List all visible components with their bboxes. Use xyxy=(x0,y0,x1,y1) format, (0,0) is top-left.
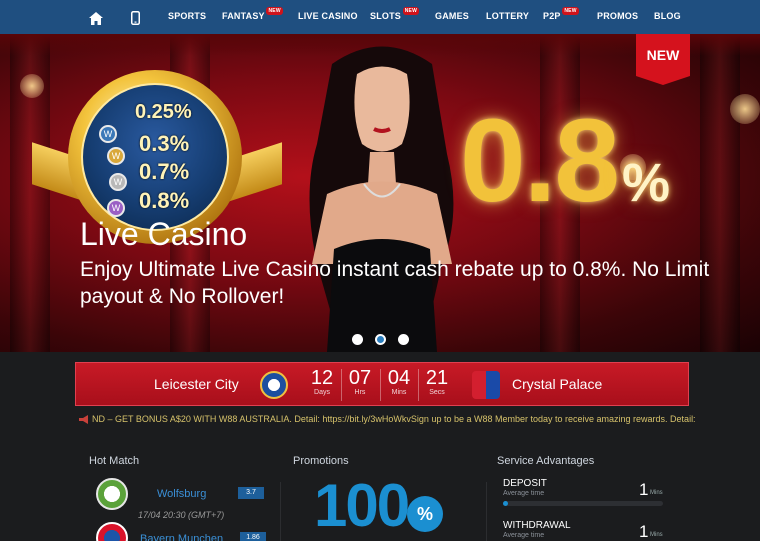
service-advantages-title: Service Advantages xyxy=(497,455,595,467)
deposit-label: DEPOSIT xyxy=(503,478,547,489)
nav-fantasy[interactable]: FANTASY NEW xyxy=(222,7,283,21)
coin-icon: W xyxy=(107,147,125,165)
hero-description: Enjoy Ultimate Live Casino instant cash … xyxy=(80,258,710,308)
home-team[interactable]: Leicester City xyxy=(154,376,239,392)
home-icon[interactable] xyxy=(86,8,106,28)
deposit-progress xyxy=(503,501,663,506)
deposit-value: 1 xyxy=(639,480,649,499)
countdown-mins: 04 Mins xyxy=(387,367,411,396)
top-nav: SPORTS FANTASY NEW LIVE CASINO SLOTS NEW G… xyxy=(0,0,760,34)
withdrawal-sub: Average time xyxy=(503,532,545,539)
nav-p2p[interactable]: P2P NEW xyxy=(543,7,579,21)
crystal-palace-crest-icon xyxy=(472,371,500,399)
nav-promos[interactable]: PROMOS xyxy=(597,11,638,21)
promo-percent: % xyxy=(407,496,443,532)
bayern-logo-icon xyxy=(96,522,128,541)
wolfsburg-logo-icon xyxy=(96,478,128,510)
deposit-sub: Average time xyxy=(503,490,545,497)
hot-match-team1[interactable]: Wolfsburg xyxy=(157,488,206,500)
hot-match-team2[interactable]: Bayern Munchen xyxy=(140,533,223,541)
new-badge: NEW xyxy=(266,7,283,15)
hero-banner[interactable]: NEW W 0.25% W 0.3% W 0.7% W 0.8% 0.8% Li… xyxy=(0,34,760,352)
medal-rate: 0.8% xyxy=(139,188,190,213)
medal-rate: 0.7% xyxy=(139,159,190,184)
carousel-dot[interactable] xyxy=(398,334,409,345)
hot-match-time: 17/04 20:30 (GMT+7) xyxy=(138,510,225,520)
carousel-dot-active[interactable] xyxy=(375,334,386,345)
withdrawal-label: WITHDRAWAL xyxy=(503,520,571,531)
nav-games[interactable]: GAMES xyxy=(435,11,469,21)
promotions-title: Promotions xyxy=(293,455,349,467)
nav-blog[interactable]: BLOG xyxy=(654,11,681,21)
hot-match-title: Hot Match xyxy=(89,455,140,467)
announcement-ticker[interactable]: ND – GET BONUS A$20 WITH W88 AUSTRALIA. … xyxy=(92,414,696,424)
coin-icon: W xyxy=(99,125,117,143)
hero-title: Live Casino xyxy=(80,216,248,252)
coin-icon: W xyxy=(109,173,127,191)
countdown-secs: 21 Secs xyxy=(425,367,449,396)
away-team[interactable]: Crystal Palace xyxy=(512,376,602,392)
withdrawal-unit: Mins xyxy=(650,532,663,538)
odds-button[interactable]: 1.86 xyxy=(240,532,266,541)
big-rebate-rate: 0.8% xyxy=(460,95,670,227)
new-badge: NEW xyxy=(402,7,420,15)
countdown-days: 12 Days xyxy=(310,367,334,396)
mobile-icon[interactable] xyxy=(125,8,145,28)
withdrawal-value: 1 xyxy=(639,522,649,541)
new-ribbon: NEW xyxy=(636,34,690,85)
nav-sports[interactable]: SPORTS xyxy=(168,11,206,21)
nav-lottery[interactable]: LOTTERY xyxy=(486,11,529,21)
carousel-dots xyxy=(352,334,409,345)
featured-match-bar[interactable]: Leicester City 12 Days 07 Hrs 04 Mins 21 Sec… xyxy=(75,362,689,406)
medal-rate: 0.25% xyxy=(135,101,192,123)
carousel-dot[interactable] xyxy=(352,334,363,345)
nav-live-casino[interactable]: LIVE CASINO xyxy=(298,11,358,21)
leicester-crest-icon xyxy=(260,371,288,399)
deposit-unit: Mins xyxy=(650,490,663,496)
coin-icon: W xyxy=(107,199,125,217)
promo-number[interactable]: 100 xyxy=(314,476,410,536)
countdown-hours: 07 Hrs xyxy=(348,367,372,396)
medal-rate: 0.3% xyxy=(139,131,190,156)
odds-button[interactable]: 3.7 xyxy=(238,487,264,499)
megaphone-icon xyxy=(79,415,88,424)
nav-slots[interactable]: SLOTS NEW xyxy=(370,7,420,21)
new-badge: NEW xyxy=(562,7,579,15)
